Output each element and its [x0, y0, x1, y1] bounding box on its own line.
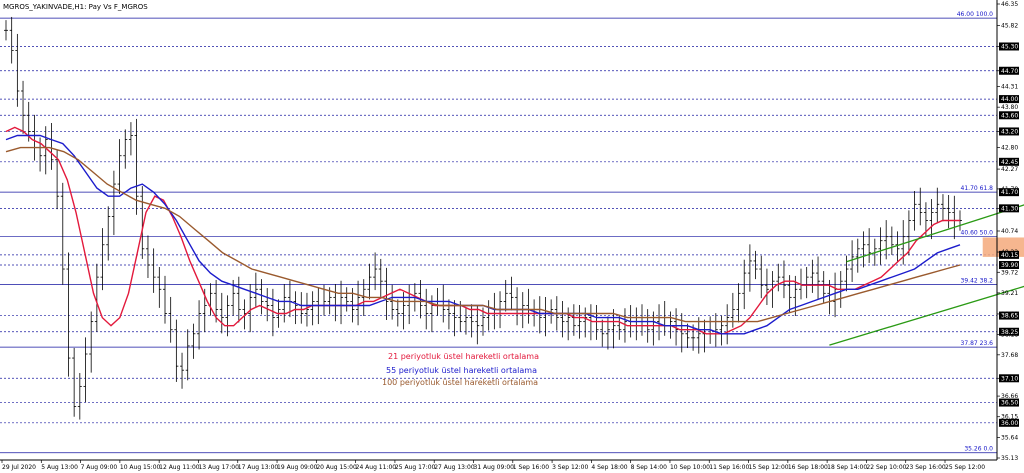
x-tick-label-16: 8 Sep 14:00: [631, 464, 667, 471]
x-tick-label-19: 15 Sep 12:00: [749, 464, 789, 471]
x-tick-label-8: 20 Aug 15:00: [316, 464, 357, 471]
chart-title: MGROS_YAKINVADE,H1: Pay Vs F_MGROS: [3, 3, 148, 11]
x-tick-label-9: 24 Aug 11:00: [356, 464, 397, 471]
x-tick-label-2: 7 Aug 09:00: [81, 464, 118, 471]
y-highlight-label-3: 43.60: [1001, 112, 1018, 119]
fib-label-3: 39.42 38.2: [961, 277, 994, 284]
legend-ema55: 55 periyotluk üstel hareketli ortalama: [386, 366, 537, 375]
legend-ema100: 100 periyotluk üstel hareketli ortalama: [382, 378, 538, 387]
x-tick-label-5: 13 Aug 17:00: [198, 464, 239, 471]
fib-label-4: 37.87 23.6: [961, 340, 994, 347]
x-tick-label-13: 1 Sep 16:00: [513, 464, 549, 471]
x-tick-label-10: 25 Aug 17:00: [395, 464, 436, 471]
y-highlight-label-7: 41.30: [1001, 205, 1018, 212]
y-tick-label-5: 43.80: [1001, 104, 1018, 111]
y-tick-label-7: 42.80: [1001, 145, 1018, 152]
y-tick-label-0: 46.35: [1001, 1, 1018, 8]
fib-label-2: 40.60 50.0: [961, 230, 994, 237]
x-tick-label-14: 3 Sep 12:00: [552, 464, 588, 471]
x-tick-label-20: 16 Sep 18:00: [788, 464, 828, 471]
y-highlight-label-10: 38.65: [1001, 313, 1018, 320]
y-tick-label-14: 39.21: [1001, 290, 1018, 297]
x-tick-label-22: 22 Sep 10:00: [866, 464, 906, 471]
y-tick-label-13: 39.72: [1001, 269, 1018, 276]
y-highlight-label-11: 38.25: [1001, 329, 1018, 336]
fib-label-5: 35.26 0.0: [964, 446, 993, 453]
y-tick-label-22: 35.13: [1001, 455, 1018, 462]
legend-ema21: 21 periyotluk üstel hareketli ortalama: [388, 352, 539, 361]
x-tick-label-1: 5 Aug 13:00: [41, 464, 78, 471]
y-tick-label-1: 45.82: [1001, 22, 1018, 29]
x-tick-label-4: 12 Aug 11:00: [159, 464, 200, 471]
y-highlight-label-5: 42.45: [1001, 159, 1018, 166]
x-tick-label-6: 17 Aug 13:00: [238, 464, 279, 471]
y-highlight-label-1: 44.70: [1001, 68, 1018, 75]
y-highlight-label-4: 43.20: [1001, 128, 1018, 135]
x-tick-label-11: 27 Aug 13:00: [434, 464, 475, 471]
x-tick-label-17: 10 Sep 10:00: [670, 464, 710, 471]
y-highlight-label-13: 36.50: [1001, 400, 1018, 407]
x-tick-label-7: 19 Aug 09:00: [277, 464, 318, 471]
x-tick-label-0: 29 Jul 2020: [2, 464, 36, 471]
y-highlight-label-12: 37.10: [1001, 375, 1018, 382]
y-tick-label-17: 37.68: [1001, 352, 1018, 359]
x-tick-label-23: 23 Sep 16:00: [906, 464, 946, 471]
y-highlight-label-0: 45.30: [1001, 43, 1018, 50]
y-tick-label-4: 44.31: [1001, 84, 1018, 91]
x-tick-label-24: 25 Sep 12:00: [945, 464, 985, 471]
x-tick-label-3: 10 Aug 15:00: [120, 464, 161, 471]
x-tick-label-21: 18 Sep 14:00: [827, 464, 867, 471]
y-highlight-label-9: 39.90: [1001, 262, 1018, 269]
x-tick-label-12: 31 Aug 09:00: [474, 464, 515, 471]
y-tick-label-8: 42.27: [1001, 166, 1018, 173]
y-highlight-label-8: 40.15: [1001, 252, 1018, 259]
x-tick-label-18: 11 Sep 16:00: [709, 464, 749, 471]
y-highlight-label-14: 36.00: [1001, 420, 1018, 427]
fib-label-1: 41.70 61.8: [961, 185, 994, 192]
fib-label-0: 46.00 100.0: [957, 11, 993, 18]
y-tick-label-11: 40.74: [1001, 228, 1018, 235]
y-tick-label-21: 35.64: [1001, 434, 1018, 441]
y-highlight-label-2: 44.00: [1001, 96, 1018, 103]
y-highlight-label-6: 41.70: [1001, 189, 1018, 196]
legend: 21 periyotluk üstel hareketli ortalama 5…: [382, 352, 539, 387]
chart-container: MGROS_YAKINVADE,H1: Pay Vs F_MGROS 46.00…: [0, 0, 1024, 473]
x-tick-label-15: 4 Sep 18:00: [591, 464, 627, 471]
price-chart[interactable]: MGROS_YAKINVADE,H1: Pay Vs F_MGROS 46.00…: [0, 0, 1024, 473]
